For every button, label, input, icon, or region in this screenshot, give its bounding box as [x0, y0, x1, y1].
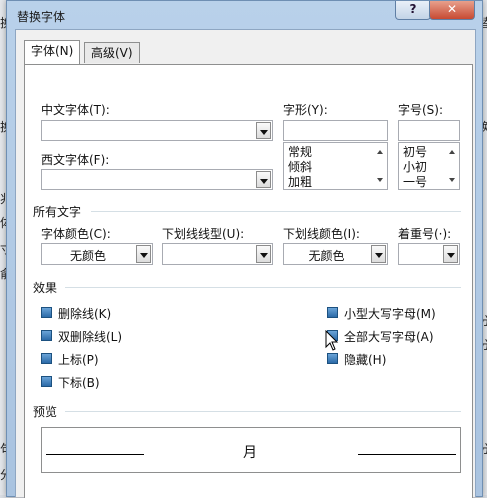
hidden-label[interactable]: 隐藏(H)	[344, 351, 386, 368]
superscript-label[interactable]: 上标(P)	[58, 351, 99, 368]
divider	[65, 411, 461, 412]
underline-style-combo[interactable]	[162, 243, 273, 265]
preview-box: 月	[41, 427, 461, 473]
underline-color-combo[interactable]: 无颜色	[283, 243, 388, 265]
scrollbar[interactable]	[446, 144, 458, 188]
font-style-list[interactable]: 常规 倾斜 加粗	[283, 142, 388, 190]
scrollbar[interactable]	[374, 144, 386, 188]
strikethrough-label[interactable]: 删除线(K)	[58, 305, 111, 322]
chevron-down-icon[interactable]	[136, 245, 151, 263]
preview-section-label: 预览	[33, 405, 58, 419]
tab-font[interactable]: 字体(N)	[24, 40, 81, 64]
checkbox-box[interactable]	[41, 353, 52, 364]
dialog-title: 替换字体	[17, 10, 66, 24]
chevron-down-icon[interactable]	[443, 245, 458, 263]
preview-baseline-left	[46, 454, 144, 455]
mouse-cursor-icon	[325, 330, 339, 351]
checkbox-box[interactable]	[41, 307, 52, 318]
chevron-down-icon[interactable]	[256, 245, 271, 263]
font-style-input[interactable]	[283, 120, 388, 141]
chinese-font-combo[interactable]	[41, 120, 273, 141]
scroll-up-icon[interactable]	[449, 150, 455, 154]
scroll-up-icon[interactable]	[377, 150, 383, 154]
checkbox-box[interactable]	[41, 376, 52, 387]
replace-font-dialog: 替换字体 ? ✕ 字体(N) 高级(V) 中文字体(T): 西文字体(F): 字…	[6, 0, 483, 498]
double-strikethrough-label[interactable]: 双删除线(L)	[58, 328, 122, 345]
font-size-list[interactable]: 初号 小初 一号	[398, 142, 460, 190]
title-bar[interactable]: 替换字体 ? ✕	[7, 1, 482, 29]
close-button[interactable]: ✕	[429, 1, 475, 20]
font-size-label: 字号(S):	[398, 103, 444, 117]
chinese-font-label: 中文字体(T):	[41, 103, 110, 117]
scroll-down-icon[interactable]	[449, 178, 455, 182]
chevron-down-icon[interactable]	[256, 171, 271, 188]
tab-panel-font: 中文字体(T): 西文字体(F): 字形(Y): 常规 倾斜 加粗 字号(S):…	[24, 64, 473, 498]
checkbox-box[interactable]	[41, 330, 52, 341]
dialog-client-area: 字体(N) 高级(V) 中文字体(T): 西文字体(F): 字形(Y): 常规	[15, 29, 476, 498]
all-text-section-label: 所有文字	[33, 205, 82, 219]
help-button[interactable]: ?	[395, 1, 431, 20]
chevron-down-icon[interactable]	[256, 122, 271, 139]
list-item[interactable]: 常规	[288, 145, 312, 159]
checkbox-box[interactable]	[327, 307, 338, 318]
font-color-value: 无颜色	[69, 249, 106, 263]
tab-advanced[interactable]: 高级(V)	[84, 42, 140, 63]
list-item[interactable]: 小初	[403, 160, 427, 174]
all-caps-label[interactable]: 全部大写字母(A)	[344, 328, 434, 345]
divider	[91, 211, 461, 212]
list-item[interactable]: 初号	[403, 145, 427, 159]
western-font-combo[interactable]	[41, 169, 273, 190]
divider	[65, 287, 461, 288]
list-item[interactable]: 一号	[403, 175, 427, 189]
scroll-down-icon[interactable]	[377, 178, 383, 182]
list-item[interactable]: 加粗	[288, 175, 312, 189]
chevron-down-icon[interactable]	[371, 245, 386, 263]
list-item[interactable]: 倾斜	[288, 160, 312, 174]
underline-style-label: 下划线线型(U):	[162, 227, 245, 241]
underline-color-value: 无颜色	[308, 249, 345, 263]
small-caps-label[interactable]: 小型大写字母(M)	[344, 305, 436, 322]
font-color-combo[interactable]: 无颜色	[41, 243, 153, 265]
font-size-input[interactable]	[398, 120, 460, 141]
font-style-label: 字形(Y):	[283, 103, 328, 117]
underline-color-label: 下划线颜色(I):	[283, 227, 360, 241]
font-color-label: 字体颜色(C):	[41, 227, 111, 241]
emphasis-mark-combo[interactable]	[398, 243, 460, 265]
effects-section-label: 效果	[33, 281, 58, 295]
checkbox-box[interactable]	[327, 353, 338, 364]
preview-sample-text: 月	[243, 445, 257, 461]
western-font-label: 西文字体(F):	[41, 153, 110, 167]
preview-baseline-right	[358, 454, 456, 455]
emphasis-mark-label: 着重号(·):	[398, 227, 452, 241]
subscript-label[interactable]: 下标(B)	[58, 374, 100, 391]
